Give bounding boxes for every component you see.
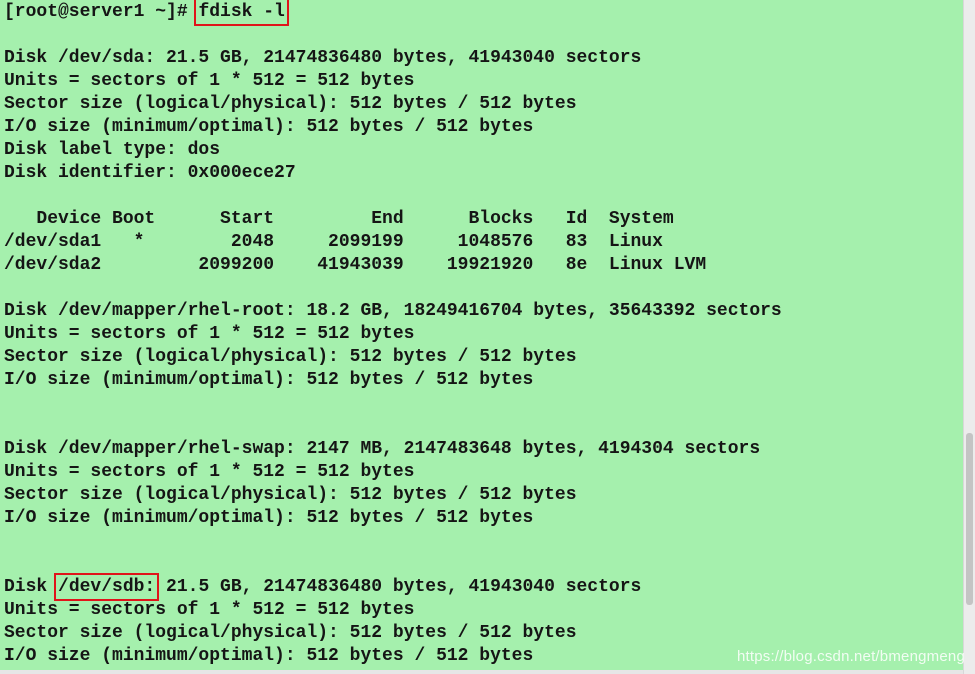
sda-identifier-line: Disk identifier: 0x000ece27: [4, 163, 296, 183]
sda-sector-size-line: Sector size (logical/physical): 512 byte…: [4, 94, 577, 114]
sdb-disk-prefix: Disk: [4, 577, 59, 597]
rhel-swap-io-size-line: I/O size (minimum/optimal): 512 bytes / …: [4, 508, 534, 528]
sdb-sector-size-line: Sector size (logical/physical): 512 byte…: [4, 623, 577, 643]
rhel-root-io-size-line: I/O size (minimum/optimal): 512 bytes / …: [4, 370, 534, 390]
sda-label-type-line: Disk label type: dos: [4, 140, 221, 160]
window-bottom-edge: [0, 670, 963, 674]
vertical-scrollbar[interactable]: [963, 0, 975, 674]
partition-table-header: Device Boot Start End Blocks Id System: [4, 209, 674, 229]
scrollbar-thumb[interactable]: [966, 433, 973, 605]
prompt-line: [root@server1 ~]# fdisk -l: [4, 0, 782, 26]
sda-disk-line: Disk /dev/sda: 21.5 GB, 21474836480 byte…: [4, 48, 642, 68]
sdb-disk-line: Disk /dev/sdb: 21.5 GB, 21474836480 byte…: [4, 573, 782, 601]
partition-row-sda1: /dev/sda1 * 2048 2099199 1048576 83 Linu…: [4, 232, 663, 252]
shell-prompt: [root@server1 ~]#: [4, 2, 199, 22]
sdb-device-name: /dev/sdb:: [54, 573, 160, 601]
rhel-swap-disk-line: Disk /dev/mapper/rhel-swap: 2147 MB, 214…: [4, 439, 761, 459]
rhel-swap-sector-size-line: Sector size (logical/physical): 512 byte…: [4, 485, 577, 505]
rhel-root-units-line: Units = sectors of 1 * 512 = 512 bytes: [4, 324, 415, 344]
sda-units-line: Units = sectors of 1 * 512 = 512 bytes: [4, 71, 415, 91]
sdb-disk-details: 21.5 GB, 21474836480 bytes, 41943040 sec…: [155, 577, 642, 597]
command-fdisk: fdisk -l: [194, 0, 289, 26]
partition-row-sda2: /dev/sda2 2099200 41943039 19921920 8e L…: [4, 255, 707, 275]
sda-io-size-line: I/O size (minimum/optimal): 512 bytes / …: [4, 117, 534, 137]
rhel-root-sector-size-line: Sector size (logical/physical): 512 byte…: [4, 347, 577, 367]
rhel-root-disk-line: Disk /dev/mapper/rhel-root: 18.2 GB, 182…: [4, 301, 782, 321]
sdb-io-size-line: I/O size (minimum/optimal): 512 bytes / …: [4, 646, 534, 666]
terminal-window[interactable]: [root@server1 ~]# fdisk -l Disk /dev/sda…: [0, 0, 963, 670]
rhel-swap-units-line: Units = sectors of 1 * 512 = 512 bytes: [4, 462, 415, 482]
watermark-text: https://blog.csdn.net/bmengmeng: [736, 648, 965, 665]
sdb-units-line: Units = sectors of 1 * 512 = 512 bytes: [4, 600, 415, 620]
terminal-output: [root@server1 ~]# fdisk -l Disk /dev/sda…: [4, 0, 782, 668]
